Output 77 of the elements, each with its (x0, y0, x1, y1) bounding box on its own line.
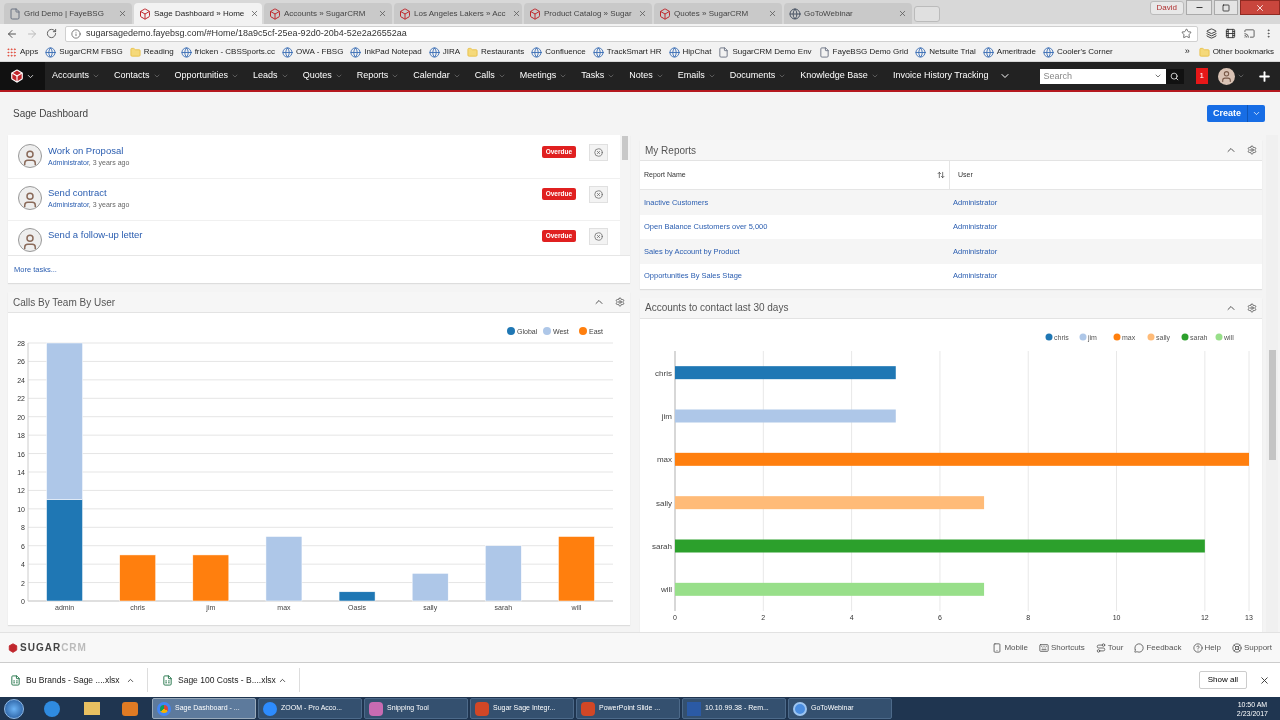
bookmark-link[interactable]: SugarCRM Demo Env (718, 46, 812, 58)
search-field[interactable]: Search (1039, 68, 1154, 84)
browser-tab[interactable]: Los Angeles Lakers » Acc (394, 3, 522, 24)
bookmark-link[interactable]: InkPad Notepad (350, 46, 422, 58)
axis-category-label: will (660, 584, 672, 594)
axis-category-label: sarah (652, 541, 672, 551)
browser-tab[interactable]: Quotes » SugarCRM (654, 3, 782, 24)
footer-link[interactable]: Tour (1095, 641, 1124, 654)
url-text: sugarsagedemo.fayebsg.com/#Home/18a9c5cf-25ea-92d0-20b4-52e2a26552aa (86, 26, 407, 40)
browser-tab[interactable]: Sage Dashboard » Home (134, 3, 262, 24)
browser-tab[interactable]: Accounts » SugarCRM (264, 3, 392, 24)
nav-item[interactable]: Documents (722, 69, 794, 83)
bookmark-link[interactable]: Apps (6, 46, 39, 58)
panel-title: Calls By Team By User (13, 295, 117, 310)
nav-item[interactable]: Emails (670, 69, 723, 83)
task-link[interactable]: Work on Proposal (48, 144, 542, 159)
address-field[interactable]: sugarsagedemo.fayebsg.com/#Home/18a9c5cf-25ea-92d0-20b4-52e2a26552aa (65, 25, 1198, 42)
footer-link[interactable]: Feedback (1134, 641, 1182, 654)
nav-item[interactable]: Calendar (406, 69, 468, 83)
tab-title: Accounts » SugarCRM (284, 7, 366, 20)
logo-text: CRM (61, 641, 87, 655)
tab-title: Quotes » SugarCRM (674, 7, 749, 20)
footer-link[interactable]: Help (1192, 641, 1221, 654)
page-title: Sage Dashboard (13, 107, 90, 121)
nav-item[interactable]: Tasks (574, 69, 623, 83)
task-link[interactable]: Send contract (48, 186, 542, 201)
footer-link[interactable]: Shortcuts (1039, 641, 1085, 654)
nav-item[interactable]: Opportunities (167, 69, 247, 83)
axis-category-label: max (656, 454, 672, 464)
bookmark-link[interactable]: Confluence (531, 46, 586, 58)
tab-title: Sage Dashboard » Home (154, 7, 245, 20)
bookmark-link[interactable]: HipChat (668, 46, 712, 58)
nav-item[interactable]: Quotes (295, 69, 350, 83)
axis-category-label: sally (656, 498, 672, 508)
bookmark-link[interactable]: TrackSmart HR (592, 46, 662, 58)
bookmark-link[interactable]: Other bookmarks (1198, 46, 1274, 58)
bookmark-link[interactable]: JIRA (428, 46, 461, 58)
footer-link[interactable]: Mobile (992, 641, 1028, 654)
download-item[interactable]: Sage 100 Costs - B....xlsx (162, 668, 300, 692)
browser-tab[interactable]: Grid Demo | FayeBSG (4, 3, 132, 24)
bookmark-link[interactable]: FayeBSG Demo Grid (818, 46, 909, 58)
bookmark-link[interactable]: Restaurants (467, 46, 525, 58)
bookmark-link[interactable]: Ameritrade (982, 46, 1036, 58)
more-bookmarks-button[interactable]: » (1182, 45, 1192, 59)
notification-badge[interactable]: 1 (1195, 68, 1208, 84)
bookmark-link[interactable]: SugarCRM FBSG (45, 46, 123, 58)
download-item[interactable]: Bu Brands - Sage ....xlsx (10, 668, 148, 692)
nav-item[interactable]: Reports (349, 69, 407, 83)
panel-title: Accounts to contact last 30 days (645, 301, 790, 316)
nav-item[interactable]: Invoice History Tracking (885, 69, 996, 83)
nav-item[interactable]: Knowledge Base (793, 69, 886, 83)
nav-item[interactable]: Contacts (107, 69, 168, 83)
browser-tab[interactable]: GoToWebinar (784, 3, 912, 24)
bookmark-link[interactable]: Netsuite Trial (915, 46, 976, 58)
browser-tab[interactable]: Product Catalog » Sugar (524, 3, 652, 24)
nav-item[interactable]: Leads (246, 69, 296, 83)
axis-category-label: jim (661, 411, 672, 421)
footer-link[interactable]: Support (1231, 641, 1272, 654)
axis-category-label: chris (655, 368, 672, 378)
tab-title: Product Catalog » Sugar (544, 7, 632, 20)
task-link[interactable]: Send a follow-up letter (48, 228, 542, 243)
bookmark-link[interactable]: fricken - CBSSports.cc (180, 46, 276, 58)
profile-button[interactable]: David (1149, 1, 1184, 15)
bookmark-link[interactable]: Reading (129, 46, 174, 58)
nav-item[interactable]: Meetings (512, 69, 575, 83)
nav-item[interactable]: Notes (622, 69, 671, 83)
nav-item[interactable]: Accounts (45, 69, 108, 83)
nav-item[interactable]: Calls (467, 69, 513, 83)
tab-title: Grid Demo | FayeBSG (24, 7, 104, 20)
panel-title: My Reports (645, 143, 698, 158)
create-button[interactable]: Create (1207, 105, 1265, 122)
tab-title: GoToWebinar (804, 7, 853, 20)
show-all-button[interactable]: Show all (1198, 671, 1247, 689)
tab-title: Los Angeles Lakers » Acc (414, 7, 506, 20)
bookmark-link[interactable]: Cooler's Corner (1042, 46, 1113, 58)
bookmark-link[interactable]: OWA - FBSG (282, 46, 344, 58)
logo-text: SUGAR (20, 641, 62, 655)
